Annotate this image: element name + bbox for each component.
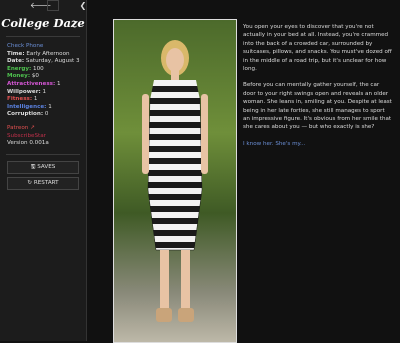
intelligence-value: 1 <box>48 103 52 110</box>
main-passage: You open your eyes to discover that you'… <box>87 0 400 343</box>
choices: I know her. She's my... <box>243 140 393 148</box>
attractiveness-row: Attractiveness: 1 <box>7 81 86 89</box>
willpower-row: Willpower: 1 <box>7 89 86 97</box>
energy-value: 100 <box>33 65 44 72</box>
subscribestar-link[interactable]: SubscribeStar <box>7 133 46 139</box>
restart-label: RESTART <box>33 179 59 186</box>
intelligence-label: Intelligence: <box>7 103 47 110</box>
date-row: Date: Saturday, August 3 <box>7 58 86 66</box>
stats-panel: Check Phone Time: Early Afternoon Date: … <box>0 43 86 119</box>
attractiveness-value: 1 <box>57 80 61 87</box>
game-title: College Daze <box>1 16 85 30</box>
story-text: You open your eyes to discover that you'… <box>243 23 393 148</box>
check-phone-link[interactable]: Check Phone <box>7 43 43 49</box>
time-row: Time: Early Afternoon <box>7 51 86 59</box>
saves-button[interactable]: 🖫 SAVES <box>7 160 79 174</box>
fitness-label: Fitness: <box>7 96 33 103</box>
home-icon[interactable] <box>47 0 59 11</box>
willpower-label: Willpower: <box>7 88 41 95</box>
story-paragraph-2: Before you can mentally gather yourself,… <box>243 82 392 131</box>
fitness-row: Fitness: 1 <box>7 96 86 104</box>
saves-label: SAVES <box>37 163 56 170</box>
story-paragraph-1: You open your eyes to discover that you'… <box>243 24 392 73</box>
character-figure <box>142 40 208 322</box>
time-value: Early Afternoon <box>26 50 70 57</box>
corruption-label: Corruption: <box>7 111 44 118</box>
menu-divider <box>6 153 80 155</box>
patreon-link[interactable]: Patreon <box>7 125 28 131</box>
date-label: Date: <box>7 58 25 65</box>
saves-icon: 🖫 <box>30 163 36 170</box>
energy-label: Energy: <box>7 65 32 72</box>
money-row: Money: $0 <box>7 73 86 81</box>
character-photo <box>113 19 237 343</box>
sidebar-links: Patreon ↗ SubscribeStar Version 0.001a <box>0 125 86 148</box>
fitness-value: 1 <box>33 96 38 103</box>
money-label: Money: <box>7 73 31 80</box>
sidebar-topbar: 🡐 ❮ <box>0 0 86 12</box>
restart-icon: ↻ <box>27 179 33 186</box>
willpower-value: 1 <box>42 88 47 95</box>
title-divider <box>6 36 80 37</box>
attractiveness-label: Attractiveness: <box>7 80 56 87</box>
energy-row: Energy: 100 <box>7 66 86 74</box>
corruption-row: Corruption: 0 <box>7 111 86 119</box>
date-value: Saturday, August 3 <box>25 58 80 65</box>
corruption-value: 0 <box>44 111 49 118</box>
choice-know-her[interactable]: I know her. <box>243 141 274 147</box>
intelligence-row: Intelligence: 1 <box>7 104 86 112</box>
external-link-icon: ↗ <box>28 124 35 131</box>
version-text: Version 0.001a <box>7 140 49 147</box>
restart-button[interactable]: ↻ RESTART <box>7 176 79 190</box>
money-value: $0 <box>31 73 39 80</box>
time-label: Time: <box>7 50 25 57</box>
sidebar: 🡐 ❮ College Daze Check Phone Time: Early… <box>0 0 87 341</box>
choice-shes-my[interactable]: She's my... <box>275 141 305 147</box>
back-arrow-icon[interactable]: 🡐 <box>30 0 51 11</box>
